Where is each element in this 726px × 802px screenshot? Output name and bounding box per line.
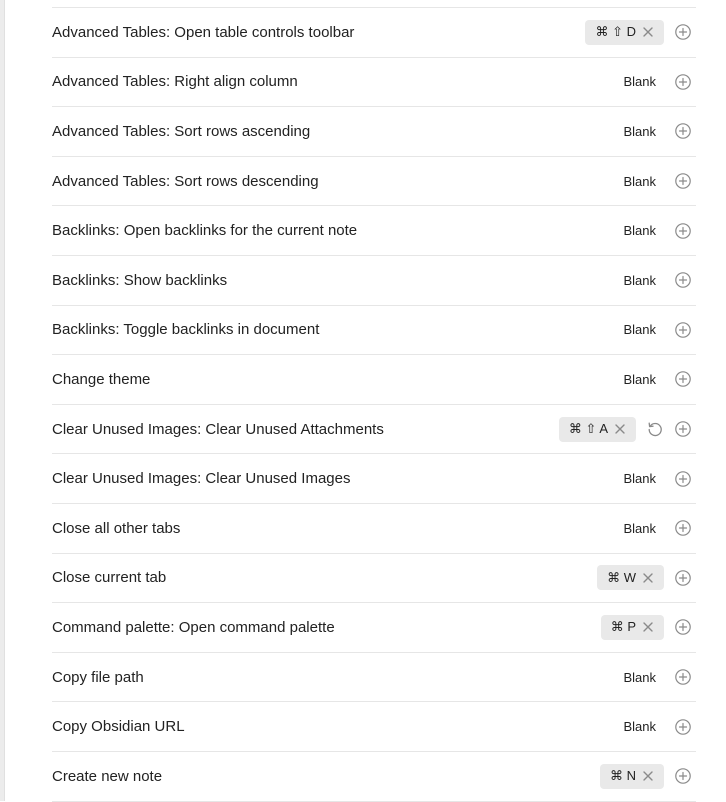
- hotkey-controls: Blank: [623, 306, 692, 355]
- add-hotkey-icon[interactable]: [674, 718, 692, 736]
- blank-hotkey-text: Blank: [623, 272, 656, 288]
- hotkey-badge: ⌘ ⇧ D: [585, 19, 664, 45]
- hotkey-controls: ⌘ ⇧ A: [558, 405, 692, 454]
- hotkey-badge: ⌘ N: [600, 763, 664, 789]
- hotkey-row: Clear Unused Images: Clear Unused Images…: [52, 454, 696, 504]
- command-label: Close current tab: [52, 569, 167, 587]
- hotkey-controls: Blank: [623, 157, 692, 206]
- hotkey-controls: Blank: [623, 702, 692, 751]
- command-label: Backlinks: Open backlinks for the curren…: [52, 222, 358, 240]
- hotkey-controls: ⌘ N: [600, 752, 692, 801]
- hotkey-text: ⌘ N: [610, 768, 636, 784]
- panel-left-border: [0, 0, 5, 801]
- add-hotkey-icon[interactable]: [674, 569, 692, 587]
- hotkey-controls: Blank: [623, 653, 692, 702]
- add-hotkey-icon[interactable]: [674, 271, 692, 289]
- blank-hotkey-text: Blank: [623, 669, 656, 685]
- hotkey-controls: Blank: [623, 107, 692, 156]
- command-label: Advanced Tables: Open table controls too…: [52, 23, 355, 41]
- command-label: Change theme: [52, 370, 151, 388]
- command-label: Command palette: Open command palette: [52, 618, 335, 636]
- command-label: Backlinks: Show backlinks: [52, 271, 228, 289]
- hotkey-controls: ⌘ W: [597, 554, 692, 603]
- blank-hotkey-text: Blank: [623, 471, 656, 487]
- add-hotkey-icon[interactable]: [674, 222, 692, 240]
- hotkey-row: Copy file path Blank: [52, 653, 696, 703]
- blank-hotkey-text: Blank: [623, 74, 656, 90]
- hotkey-row: Close current tab ⌘ W: [52, 554, 696, 604]
- hotkey-controls: Blank: [623, 454, 692, 503]
- hotkey-badge: ⌘ W: [597, 565, 664, 591]
- command-label: Close all other tabs: [52, 519, 181, 537]
- add-hotkey-icon[interactable]: [674, 73, 692, 91]
- add-hotkey-icon[interactable]: [674, 420, 692, 438]
- close-icon[interactable]: [614, 423, 626, 435]
- hotkey-row: Backlinks: Toggle backlinks in document B…: [52, 306, 696, 356]
- close-icon[interactable]: [642, 26, 654, 38]
- add-hotkey-icon[interactable]: [674, 370, 692, 388]
- hotkey-controls: Blank: [623, 58, 692, 107]
- add-hotkey-icon[interactable]: [674, 172, 692, 190]
- add-hotkey-icon[interactable]: [674, 470, 692, 488]
- hotkey-badge: ⌘ P: [600, 614, 664, 640]
- blank-hotkey-text: Blank: [623, 719, 656, 735]
- hotkey-text: ⌘ P: [610, 619, 636, 635]
- hotkey-text: ⌘ ⇧ D: [595, 24, 636, 40]
- command-label: Clear Unused Images: Clear Unused Attach…: [52, 420, 384, 438]
- add-hotkey-icon[interactable]: [674, 618, 692, 636]
- hotkey-row: Backlinks: Open backlinks for the curren…: [52, 206, 696, 256]
- blank-hotkey-text: Blank: [623, 173, 656, 189]
- hotkey-row: Backlinks: Show backlinks Blank: [52, 256, 696, 306]
- hotkey-controls: ⌘ P: [600, 603, 692, 652]
- add-hotkey-icon[interactable]: [674, 23, 692, 41]
- blank-hotkey-text: Blank: [623, 123, 656, 139]
- hotkey-row: Clear Unused Images: Clear Unused Attach…: [52, 405, 696, 455]
- blank-hotkey-text: Blank: [623, 371, 656, 387]
- hotkey-row: Command palette: Open command palette ⌘ P: [52, 603, 696, 653]
- hotkey-row: Advanced Tables: Sort rows ascending Blan…: [52, 107, 696, 157]
- add-hotkey-icon[interactable]: [674, 767, 692, 785]
- hotkey-row: Advanced Tables: Open table controls too…: [52, 8, 696, 58]
- add-hotkey-icon[interactable]: [674, 519, 692, 537]
- hotkey-text: ⌘ ⇧ A: [568, 421, 608, 437]
- command-label: Create new note: [52, 767, 163, 785]
- close-icon[interactable]: [642, 621, 654, 633]
- hotkey-list: Advanced Tables: Open table controls too…: [52, 7, 696, 802]
- hotkey-text: ⌘ W: [607, 569, 636, 585]
- hotkey-row: Advanced Tables: Right align column Blank: [52, 58, 696, 108]
- command-label: Backlinks: Toggle backlinks in document: [52, 321, 320, 339]
- hotkey-controls: ⌘ ⇧ D: [585, 8, 692, 57]
- command-label: Advanced Tables: Right align column: [52, 73, 298, 91]
- hotkey-row: Close all other tabs Blank: [52, 504, 696, 554]
- hotkey-row: Create new note ⌘ N: [52, 752, 696, 802]
- command-label: Advanced Tables: Sort rows ascending: [52, 122, 311, 140]
- hotkeys-settings-panel: Advanced Tables: Open table controls too…: [0, 0, 726, 802]
- blank-hotkey-text: Blank: [623, 322, 656, 338]
- close-icon[interactable]: [642, 572, 654, 584]
- add-hotkey-icon[interactable]: [674, 668, 692, 686]
- command-label: Clear Unused Images: Clear Unused Images: [52, 470, 351, 488]
- blank-hotkey-text: Blank: [623, 223, 656, 239]
- add-hotkey-icon[interactable]: [674, 122, 692, 140]
- hotkey-row: Advanced Tables: Sort rows descending Bla…: [52, 157, 696, 207]
- command-label: Copy file path: [52, 668, 144, 686]
- command-label: Advanced Tables: Sort rows descending: [52, 172, 319, 190]
- blank-hotkey-text: Blank: [623, 520, 656, 536]
- hotkey-badge: ⌘ ⇧ A: [558, 416, 636, 442]
- hotkey-controls: Blank: [623, 355, 692, 404]
- add-hotkey-icon[interactable]: [674, 321, 692, 339]
- command-label: Copy Obsidian URL: [52, 718, 185, 736]
- hotkey-controls: Blank: [623, 256, 692, 305]
- hotkey-row: Change theme Blank: [52, 355, 696, 405]
- restore-icon[interactable]: [646, 420, 664, 438]
- hotkey-controls: Blank: [623, 206, 692, 255]
- close-icon[interactable]: [642, 770, 654, 782]
- hotkey-controls: Blank: [623, 504, 692, 553]
- hotkey-row: Copy Obsidian URL Blank: [52, 702, 696, 752]
